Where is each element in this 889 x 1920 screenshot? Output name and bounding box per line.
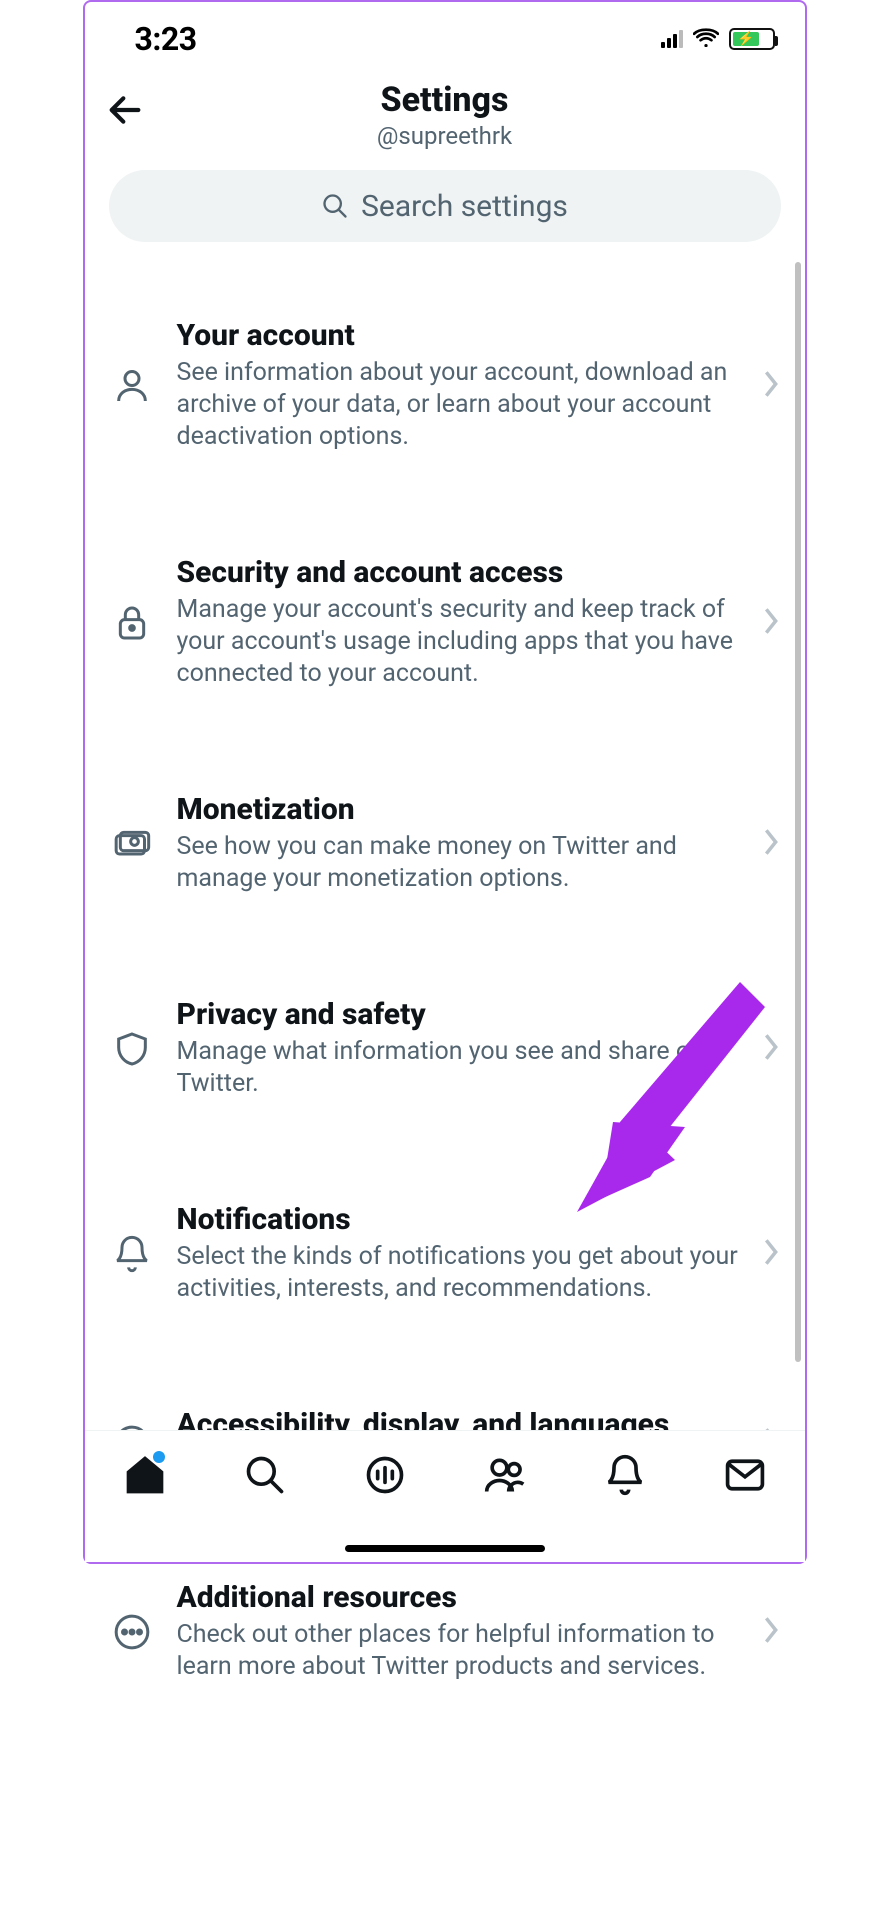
chevron-right-icon: [761, 1238, 781, 1270]
settings-row-desc: Manage what information you see and shar…: [177, 1036, 739, 1100]
status-bar: 3:23 ⚡: [85, 2, 805, 66]
page-title: Settings: [105, 80, 785, 120]
bottom-nav: [85, 1430, 805, 1562]
back-button[interactable]: [103, 88, 147, 132]
wifi-icon: [693, 27, 719, 51]
chevron-right-icon: [761, 1033, 781, 1065]
search-icon: [321, 192, 349, 220]
page-subtitle: @supreethrk: [105, 122, 785, 150]
battery-icon: ⚡: [729, 28, 775, 50]
user-icon: [109, 366, 155, 406]
search-placeholder: Search settings: [361, 189, 568, 224]
nav-notifications[interactable]: [595, 1445, 655, 1505]
search-input[interactable]: Search settings: [109, 170, 781, 242]
scroll-indicator[interactable]: [795, 262, 801, 1362]
settings-row-body: Your account See information about your …: [177, 318, 739, 453]
chevron-right-icon: [761, 828, 781, 860]
settings-row-ellipsis[interactable]: Additional resources Check out other pla…: [85, 1552, 805, 1711]
settings-row-body: Notifications Select the kinds of notifi…: [177, 1202, 739, 1305]
settings-row-body: Security and account access Manage your …: [177, 555, 739, 690]
lock-icon: [109, 603, 155, 643]
chevron-right-icon: [761, 607, 781, 639]
settings-row-title: Your account: [177, 318, 739, 353]
ellipsis-icon: [109, 1612, 155, 1652]
nav-messages[interactable]: [715, 1445, 775, 1505]
shield-icon: [109, 1029, 155, 1069]
settings-row-title: Notifications: [177, 1202, 739, 1237]
settings-row-desc: See how you can make money on Twitter an…: [177, 831, 739, 895]
settings-row-lock[interactable]: Security and account access Manage your …: [85, 527, 805, 718]
settings-row-title: Security and account access: [177, 555, 739, 590]
nav-home-badge: [153, 1451, 165, 1463]
settings-row-cash[interactable]: Monetization See how you can make money …: [85, 764, 805, 923]
settings-row-title: Monetization: [177, 792, 739, 827]
settings-row-desc: Check out other places for helpful infor…: [177, 1619, 739, 1683]
settings-row-desc: Select the kinds of notifications you ge…: [177, 1241, 739, 1305]
cash-icon: [109, 824, 155, 864]
settings-row-user[interactable]: Your account See information about your …: [85, 290, 805, 481]
status-icons: ⚡: [661, 27, 775, 51]
settings-row-title: Additional resources: [177, 1580, 739, 1615]
nav-communities[interactable]: [475, 1445, 535, 1505]
status-time: 3:23: [135, 20, 197, 58]
nav-home[interactable]: [115, 1445, 175, 1505]
chevron-right-icon: [761, 370, 781, 402]
search-container: Search settings: [85, 160, 805, 250]
nav-spaces[interactable]: [355, 1445, 415, 1505]
settings-row-shield[interactable]: Privacy and safety Manage what informati…: [85, 969, 805, 1128]
settings-row-desc: Manage your account's security and keep …: [177, 594, 739, 690]
bell-icon: [109, 1234, 155, 1274]
cellular-signal-icon: [661, 30, 683, 48]
home-indicator: [345, 1545, 545, 1552]
settings-row-body: Monetization See how you can make money …: [177, 792, 739, 895]
settings-row-title: Privacy and safety: [177, 997, 739, 1032]
settings-row-desc: See information about your account, down…: [177, 357, 739, 453]
page-header: Settings @supreethrk: [85, 66, 805, 160]
nav-search[interactable]: [235, 1445, 295, 1505]
chevron-right-icon: [761, 1616, 781, 1648]
settings-row-body: Additional resources Check out other pla…: [177, 1580, 739, 1683]
settings-row-body: Privacy and safety Manage what informati…: [177, 997, 739, 1100]
settings-row-bell[interactable]: Notifications Select the kinds of notifi…: [85, 1174, 805, 1333]
